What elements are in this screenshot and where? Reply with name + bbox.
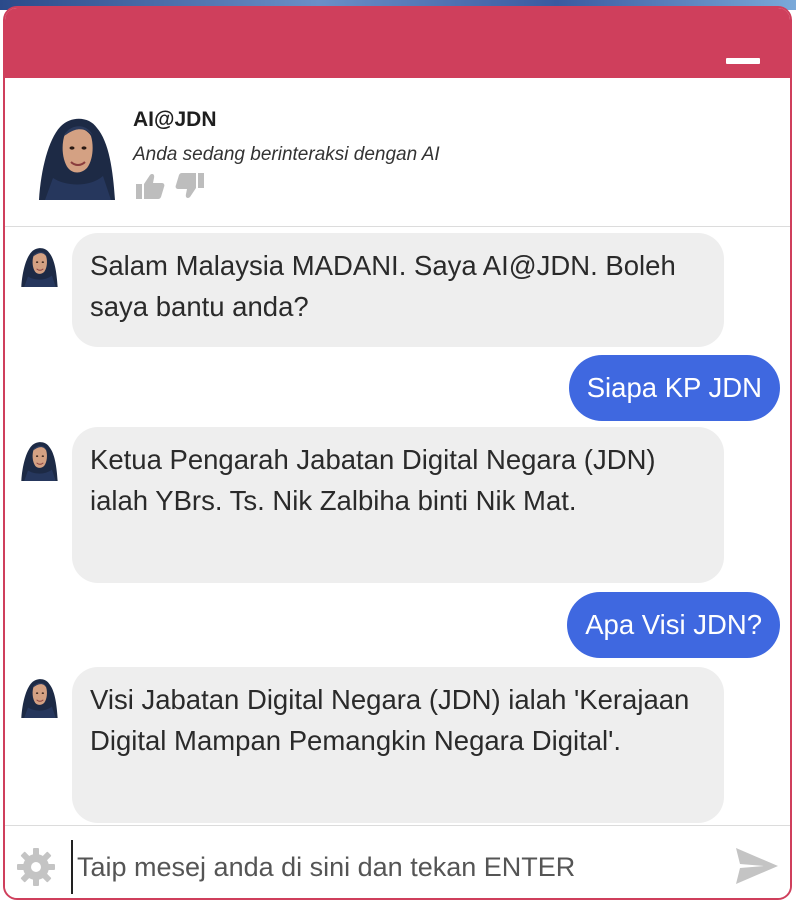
user-message: Apa Visi JDN? (567, 592, 780, 658)
agent-avatar (31, 108, 121, 200)
gear-icon[interactable] (15, 846, 57, 888)
user-message: Siapa KP JDN (568, 355, 780, 421)
bot-avatar (17, 243, 61, 287)
agent-subtitle: Anda sedang berinteraksi dengan AI (133, 144, 440, 165)
message-input[interactable] (71, 840, 719, 894)
message-list: Salam Malaysia MADANI. Saya AI@JDN. Bole… (5, 227, 790, 827)
message-composer (5, 825, 790, 898)
bot-message: Salam Malaysia MADANI. Saya AI@JDN. Bole… (72, 233, 724, 347)
minimize-icon[interactable] (726, 58, 760, 64)
thumbs-down-icon[interactable] (175, 172, 205, 200)
agent-name: AI@JDN (133, 108, 217, 131)
agent-info-panel: AI@JDN Anda sedang berinteraksi dengan A… (5, 78, 790, 227)
bot-message: Visi Jabatan Digital Negara (JDN) ialah … (72, 667, 724, 823)
send-icon[interactable] (734, 846, 780, 886)
chat-widget: AI@JDN Anda sedang berinteraksi dengan A… (3, 6, 792, 900)
bot-avatar (17, 437, 61, 481)
bot-message: Ketua Pengarah Jabatan Digital Negara (J… (72, 427, 724, 583)
bot-avatar (17, 674, 61, 718)
thumbs-up-icon[interactable] (135, 172, 165, 200)
chat-header-bar (5, 8, 790, 78)
